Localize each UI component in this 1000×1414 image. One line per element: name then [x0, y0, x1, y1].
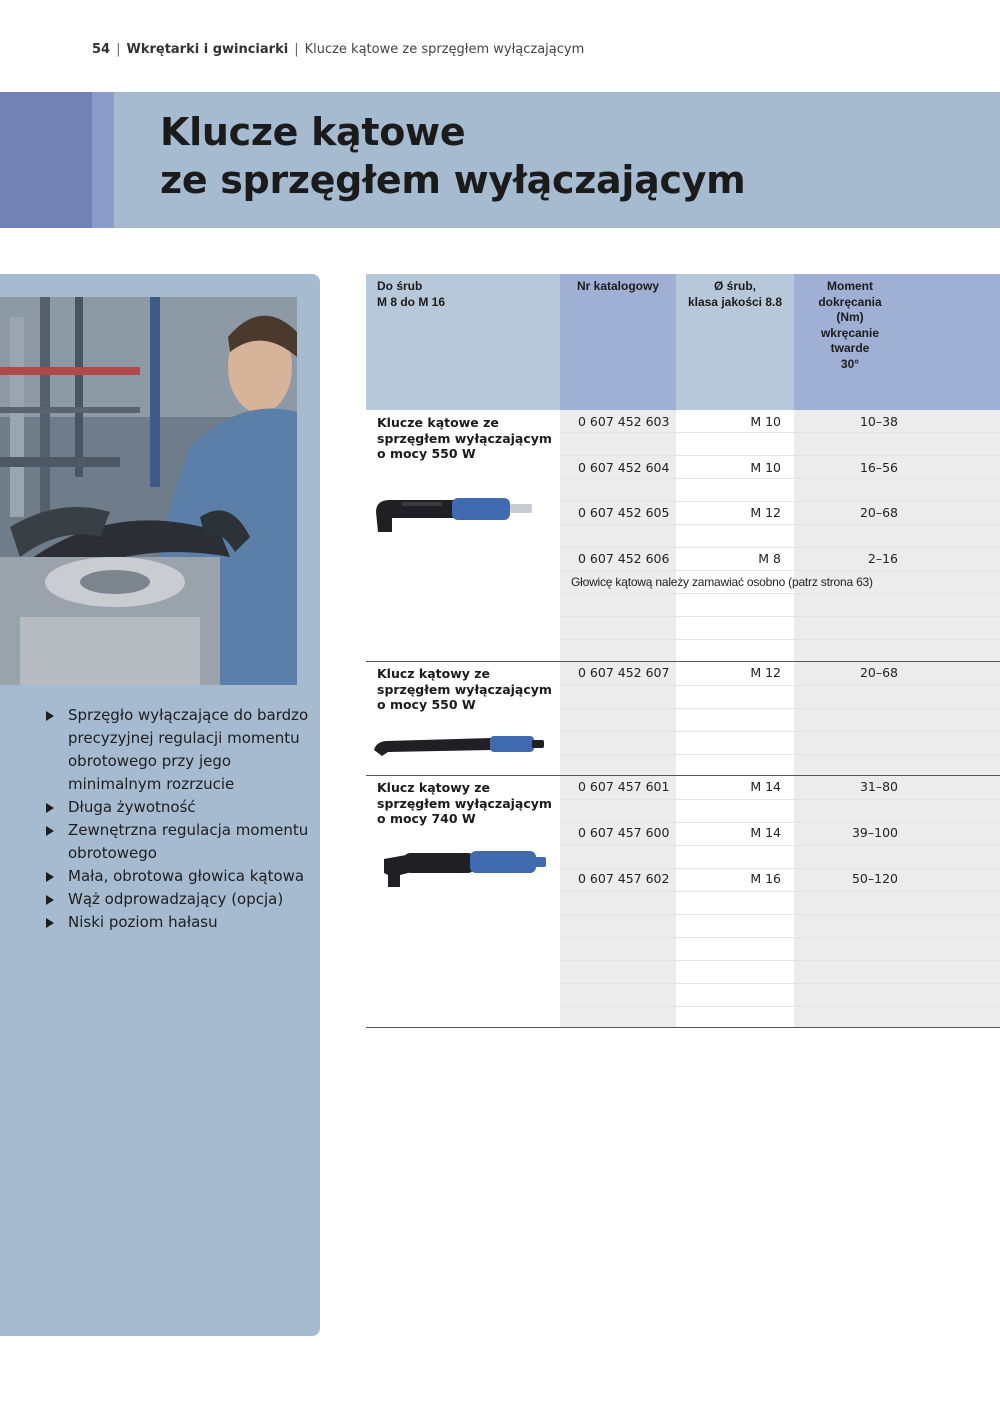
group-separator: [366, 775, 1000, 776]
page-title-line-1: Klucze kątowe: [160, 110, 466, 154]
diameter-cell: M 10: [750, 460, 781, 475]
torque-cell: 20–68: [859, 665, 898, 680]
catalog-number-cell: 0 607 457 600: [578, 825, 670, 840]
bullet-triangle-icon: [46, 826, 54, 836]
torque-cell: 31–80: [859, 779, 898, 794]
subsection-name: Klucze kątowe ze sprzęgłem wyłączającym: [304, 42, 585, 57]
diameter-cell: M 10: [750, 414, 781, 429]
page-title: Klucze kątowe ze sprzęgłem wyłączającym: [160, 108, 746, 204]
catalog-number-cell: 0 607 452 606: [578, 551, 670, 566]
feature-item: Niski poziom hałasu: [46, 911, 316, 934]
title-band-accent-2: [92, 92, 114, 228]
angle-wrench-740w-image: [384, 851, 546, 887]
catalog-column-shade: [560, 410, 676, 1027]
diameter-cell: M 14: [750, 779, 781, 794]
feature-item: Długa żywotność: [46, 796, 316, 819]
header-torque: Moment dokręcania (Nm) wkręcanie twarde …: [818, 279, 882, 371]
product-name: Klucz kątowy ze sprzęgłem wyłączającym o…: [377, 780, 552, 826]
order-note: Głowicę kątową należy zamawiać osobno (p…: [571, 575, 873, 589]
bullet-triangle-icon: [46, 895, 54, 905]
header-screw-diameter: Ø śrub, klasa jakości 8.8: [687, 279, 783, 309]
bullet-triangle-icon: [46, 803, 54, 813]
catalog-number-cell: 0 607 452 603: [578, 414, 670, 429]
feature-list: Sprzęgło wyłączające do bardzo precyzyjn…: [46, 704, 316, 934]
section-name: Wkrętarki i gwinciarki: [126, 42, 289, 57]
bullet-triangle-icon: [46, 872, 54, 882]
page-title-line-2: ze sprzęgłem wyłączającym: [160, 158, 746, 202]
torque-cell: 10–38: [859, 414, 898, 429]
catalog-number-cell: 0 607 452 607: [578, 665, 670, 680]
group-separator: [366, 661, 1000, 662]
torque-cell: 16–56: [859, 460, 898, 475]
feature-item: Wąż odprowadzający (opcja): [46, 888, 316, 911]
torque-column-shade: [794, 410, 1000, 1027]
page-number: 54: [92, 42, 111, 57]
catalog-number-cell: 0 607 452 605: [578, 505, 670, 520]
catalog-number-cell: 0 607 457 602: [578, 871, 670, 886]
worker-photo: [0, 297, 297, 685]
bullet-triangle-icon: [46, 711, 54, 721]
diameter-cell: M 8: [758, 551, 781, 566]
catalog-number-cell: 0 607 452 604: [578, 460, 670, 475]
diameter-cell: M 12: [750, 505, 781, 520]
header-catalog-number: Nr katalogowy: [576, 279, 660, 293]
torque-cell: 39–100: [851, 825, 898, 840]
header-screw-range: Do śrub M 8 do M 16: [377, 279, 446, 309]
product-name: Klucze kątowe ze sprzęgłem wyłączającym …: [377, 415, 552, 461]
feature-item: Zewnętrzna regulacja momentu obrotowego: [46, 819, 316, 865]
catalog-number-cell: 0 607 457 601: [578, 779, 670, 794]
diameter-cell: M 12: [750, 665, 781, 680]
diameter-cell: M 16: [750, 871, 781, 886]
angle-wrench-550w-slim-image: [374, 736, 544, 756]
running-header: 54 | Wkrętarki i gwinciarki | Klucze kątowe …: [92, 42, 585, 57]
torque-cell: 2–16: [867, 551, 898, 566]
diameter-cell: M 14: [750, 825, 781, 840]
torque-cell: 50–120: [851, 871, 898, 886]
feature-item: Sprzęgło wyłączające do bardzo precyzyjn…: [46, 704, 316, 796]
product-name: Klucz kątowy ze sprzęgłem wyłączającym o…: [377, 666, 552, 712]
torque-cell: 20–68: [859, 505, 898, 520]
title-band-accent: [0, 92, 92, 228]
bullet-triangle-icon: [46, 918, 54, 928]
feature-item: Mała, obrotowa głowica kątowa: [46, 865, 316, 888]
table-bottom-rule: [366, 1027, 1000, 1028]
angle-wrench-550w-image: [376, 498, 532, 532]
